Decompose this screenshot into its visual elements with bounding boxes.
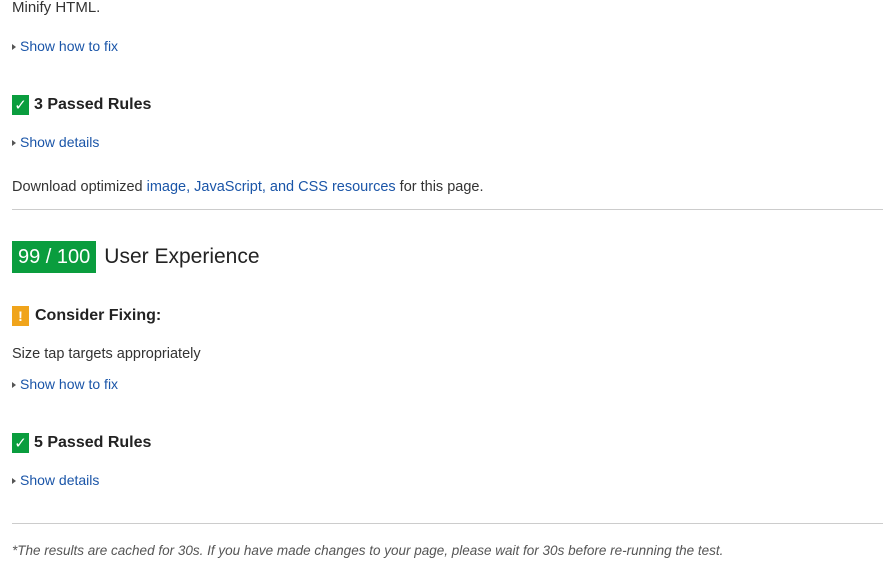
passed-rules-label: 5 Passed Rules bbox=[34, 434, 152, 451]
footer-divider bbox=[12, 523, 883, 524]
check-icon: ✓ bbox=[12, 95, 29, 115]
ux-score-badge: 99 / 100 bbox=[12, 241, 97, 273]
consider-fixing-heading: ! Consider Fixing: bbox=[12, 306, 161, 326]
ux-section-title: User Experience bbox=[104, 245, 260, 268]
download-suffix: for this page. bbox=[395, 179, 484, 195]
download-resources-link[interactable]: image, JavaScript, and CSS resources bbox=[147, 179, 396, 195]
cache-footnote: *The results are cached for 30s. If you … bbox=[12, 543, 724, 558]
show-how-to-fix-link-ux[interactable]: Show how to fix bbox=[12, 375, 118, 393]
section-divider bbox=[12, 209, 883, 210]
expand-triangle-icon bbox=[12, 139, 16, 146]
rule-size-tap-targets: Size tap targets appropriately bbox=[12, 346, 201, 362]
expand-triangle-icon bbox=[12, 381, 16, 388]
download-prefix: Download optimized bbox=[12, 179, 147, 195]
passed-rules-heading-ux: ✓ 5 Passed Rules bbox=[12, 433, 151, 453]
show-details-label: Show details bbox=[20, 472, 100, 488]
expand-triangle-icon bbox=[12, 477, 16, 484]
pagespeed-results: Minify HTML. Show how to fix ✓ 3 Passed … bbox=[0, 0, 883, 563]
check-icon: ✓ bbox=[12, 433, 29, 453]
show-how-to-fix-link[interactable]: Show how to fix bbox=[12, 37, 118, 55]
show-how-to-fix-label: Show how to fix bbox=[20, 38, 119, 54]
passed-rules-heading: ✓ 3 Passed Rules bbox=[12, 95, 151, 115]
show-how-to-fix-label: Show how to fix bbox=[20, 376, 119, 392]
warning-icon: ! bbox=[12, 306, 29, 326]
download-optimized-text: Download optimized image, JavaScript, an… bbox=[12, 178, 484, 196]
show-details-label: Show details bbox=[20, 134, 100, 150]
expand-triangle-icon bbox=[12, 43, 16, 50]
show-details-link[interactable]: Show details bbox=[12, 133, 99, 151]
ux-score-header: 99 / 100 User Experience bbox=[12, 241, 260, 273]
passed-rules-label: 3 Passed Rules bbox=[34, 96, 152, 113]
show-details-link-ux[interactable]: Show details bbox=[12, 471, 99, 489]
cut-rule-text: Minify HTML. bbox=[12, 0, 101, 16]
consider-fixing-label: Consider Fixing: bbox=[35, 307, 162, 324]
